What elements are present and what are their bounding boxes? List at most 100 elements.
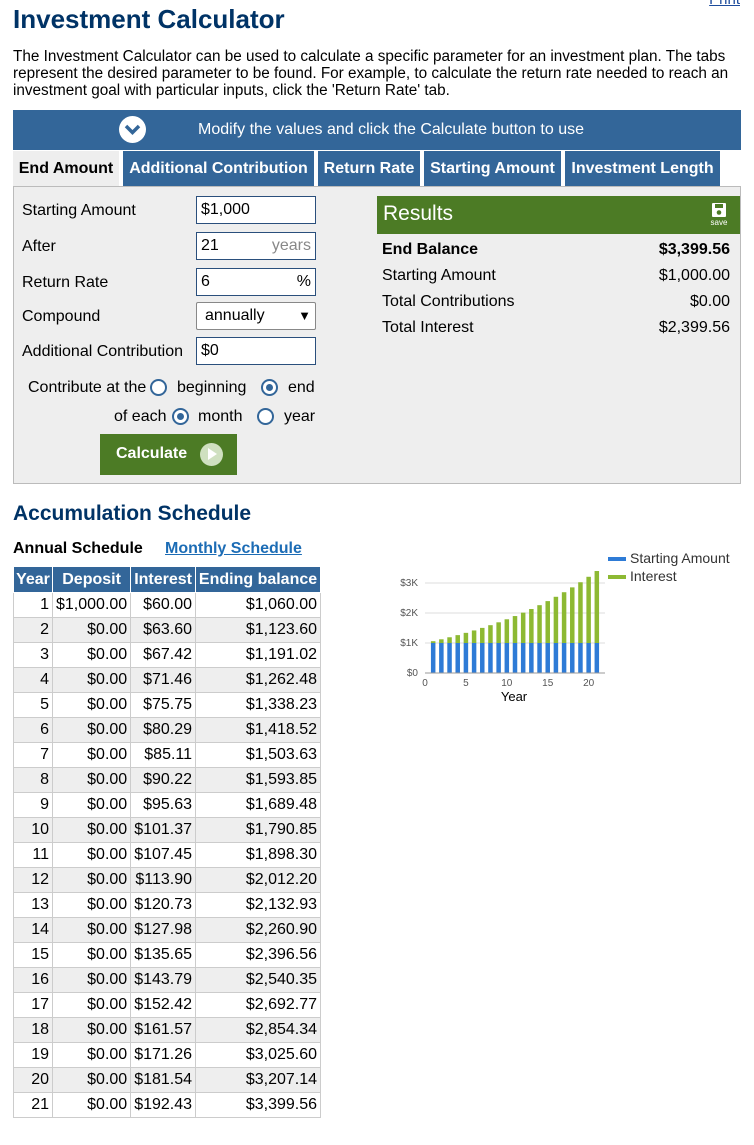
bar-interest bbox=[520, 612, 526, 643]
additional-contribution-label: Additional Contribution bbox=[22, 343, 183, 360]
ending-balance-cell: $3,025.60 bbox=[195, 1042, 322, 1068]
ending-balance-cell: $1,689.48 bbox=[195, 792, 322, 818]
radio-end[interactable] bbox=[261, 379, 278, 396]
intro-text: The Investment Calculator can be used to… bbox=[13, 48, 729, 99]
legend-label: Starting Amount bbox=[630, 550, 730, 566]
table-row: 10 $0.00 $101.37 $1,790.85 bbox=[13, 817, 322, 843]
interest-cell: $71.46 bbox=[130, 667, 197, 693]
table-row: 19 $0.00 $171.26 $3,025.60 bbox=[13, 1042, 322, 1068]
annual-schedule-tab[interactable]: Annual Schedule bbox=[13, 540, 143, 558]
interest-cell: $152.42 bbox=[130, 992, 197, 1018]
calculate-button[interactable]: Calculate bbox=[100, 434, 237, 475]
years-input[interactable]: 21 years bbox=[196, 232, 316, 260]
interest-cell: $113.90 bbox=[130, 867, 197, 893]
table-row: 1 $1,000.00 $60.00 $1,060.00 bbox=[13, 592, 322, 618]
starting-amount-input[interactable]: $1,000 bbox=[196, 196, 316, 224]
return-rate-input[interactable]: 6% bbox=[196, 268, 316, 296]
beginning-label: beginning bbox=[177, 379, 247, 396]
result-label: End Balance bbox=[382, 241, 479, 258]
interest-cell: $171.26 bbox=[130, 1042, 197, 1068]
bar-interest bbox=[529, 609, 534, 643]
ending-balance-cell: $1,123.60 bbox=[195, 617, 322, 643]
bar-starting-amount bbox=[545, 643, 550, 673]
deposit-cell: $0.00 bbox=[51, 642, 132, 668]
year-cell: 17 bbox=[13, 992, 53, 1018]
tab-additional-contribution[interactable]: Additional Contribution bbox=[123, 151, 314, 186]
chart-x-tick-label: 0 bbox=[422, 678, 428, 689]
compound-label: Compound bbox=[22, 308, 101, 325]
table-row: 20 $0.00 $181.54 $3,207.14 bbox=[13, 1067, 322, 1093]
deposit-cell: $0.00 bbox=[51, 742, 132, 768]
table-row: 6 $0.00 $80.29 $1,418.52 bbox=[13, 717, 322, 743]
bar-interest bbox=[496, 622, 501, 643]
tab-investment-length[interactable]: Investment Length bbox=[565, 151, 720, 186]
legend-swatch bbox=[608, 575, 626, 579]
result-label: Total Contributions bbox=[382, 293, 515, 310]
deposit-cell: $0.00 bbox=[51, 767, 132, 793]
chart-x-tick-label: 20 bbox=[583, 678, 595, 689]
table-row: 5 $0.00 $75.75 $1,338.23 bbox=[13, 692, 322, 718]
year-cell: 15 bbox=[13, 942, 53, 968]
save-disk-icon[interactable]: save bbox=[708, 202, 730, 227]
ending-balance-cell: $3,399.56 bbox=[195, 1092, 322, 1118]
interest-cell: $63.60 bbox=[130, 617, 197, 643]
tab-return-rate[interactable]: Return Rate bbox=[318, 151, 420, 186]
print-link[interactable]: Print bbox=[709, 0, 740, 8]
chevron-down-circle-icon[interactable] bbox=[119, 116, 146, 143]
banner-text: Modify the values and click the Calculat… bbox=[198, 121, 584, 138]
years-unit: years bbox=[271, 237, 311, 254]
bar-interest bbox=[594, 571, 600, 643]
ending-balance-cell: $2,854.34 bbox=[195, 1017, 322, 1043]
monthly-schedule-link[interactable]: Monthly Schedule bbox=[165, 540, 302, 558]
table-row: 12 $0.00 $113.90 $2,012.20 bbox=[13, 867, 322, 893]
table-row: 9 $0.00 $95.63 $1,689.48 bbox=[13, 792, 322, 818]
year-cell: 8 bbox=[13, 767, 53, 793]
result-row-starting-amount: Starting Amount $1,000.00 bbox=[382, 267, 730, 285]
ending-balance-cell: $1,262.48 bbox=[195, 667, 322, 693]
year-cell: 2 bbox=[13, 617, 53, 643]
result-row-end-balance: End Balance $3,399.56 bbox=[382, 241, 730, 259]
interest-cell: $143.79 bbox=[130, 967, 197, 993]
radio-beginning[interactable] bbox=[150, 379, 167, 396]
of-each-label: of each bbox=[114, 408, 167, 425]
ending-balance-cell: $3,207.14 bbox=[195, 1067, 322, 1093]
instructions-banner[interactable]: Modify the values and click the Calculat… bbox=[13, 110, 741, 150]
tab-end-amount[interactable]: End Amount bbox=[13, 151, 119, 186]
result-row-total-interest: Total Interest $2,399.56 bbox=[382, 319, 730, 337]
radio-month[interactable] bbox=[172, 408, 189, 425]
table-row: 4 $0.00 $71.46 $1,262.48 bbox=[13, 667, 322, 693]
contribute-at-label: Contribute at the bbox=[28, 379, 147, 396]
column-header-ending-balance: Ending balance bbox=[195, 566, 322, 593]
deposit-cell: $0.00 bbox=[51, 692, 132, 718]
table-row: 14 $0.00 $127.98 $2,260.90 bbox=[13, 917, 322, 943]
chart-x-tick-label: 10 bbox=[501, 678, 513, 689]
year-cell: 6 bbox=[13, 717, 53, 743]
table-row: 17 $0.00 $152.42 $2,692.77 bbox=[13, 992, 322, 1018]
bar-starting-amount bbox=[480, 643, 485, 673]
deposit-cell: $0.00 bbox=[51, 892, 132, 918]
ending-balance-cell: $1,898.30 bbox=[195, 842, 322, 868]
bar-interest bbox=[488, 625, 493, 643]
bar-starting-amount bbox=[578, 643, 583, 673]
radio-year[interactable] bbox=[257, 408, 274, 425]
bar-starting-amount bbox=[447, 643, 452, 673]
deposit-cell: $0.00 bbox=[51, 867, 132, 893]
tab-starting-amount[interactable]: Starting Amount bbox=[424, 151, 561, 186]
after-label: After bbox=[22, 238, 56, 255]
deposit-cell: $0.00 bbox=[51, 1092, 132, 1118]
result-value: $3,399.56 bbox=[658, 241, 730, 258]
month-label: month bbox=[198, 408, 243, 425]
chart-y-tick-label: $2K bbox=[400, 608, 418, 619]
bar-starting-amount bbox=[537, 643, 542, 673]
additional-contribution-input[interactable]: $0 bbox=[196, 337, 316, 365]
ending-balance-cell: $2,540.35 bbox=[195, 967, 322, 993]
ending-balance-cell: $1,503.63 bbox=[195, 742, 322, 768]
table-header-row: Year Deposit Interest Ending balance bbox=[13, 566, 322, 593]
table-row: 8 $0.00 $90.22 $1,593.85 bbox=[13, 767, 322, 793]
compound-select[interactable]: annually ▼ bbox=[196, 302, 316, 330]
interest-cell: $120.73 bbox=[130, 892, 197, 918]
results-title: Results bbox=[383, 202, 454, 225]
bar-starting-amount bbox=[553, 643, 559, 673]
accumulation-chart: $0 $1K $2K $3K 0 5 10 15 20 Starting Amount Inter… bbox=[400, 550, 730, 704]
chart-x-axis-label: Year bbox=[501, 689, 528, 704]
